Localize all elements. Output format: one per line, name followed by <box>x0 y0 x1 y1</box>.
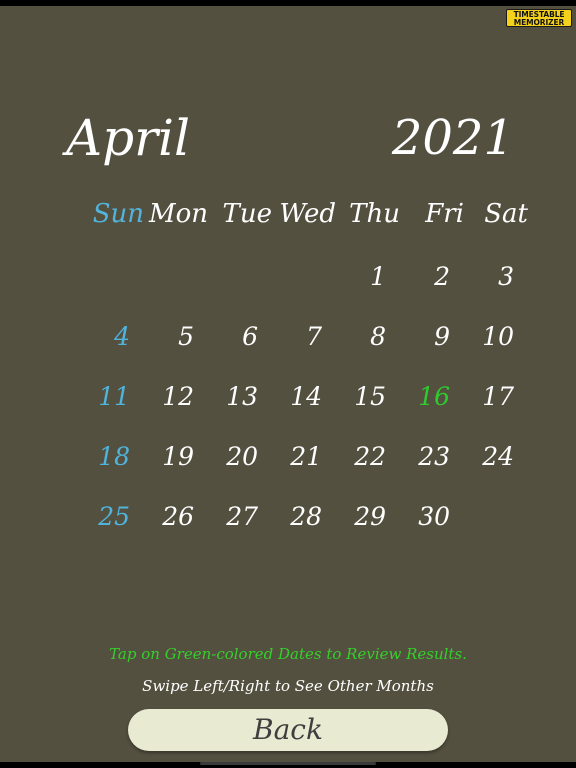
weekday-wed: Wed <box>279 199 336 229</box>
date-grid: 1 2 3 4 5 6 7 8 9 10 11 12 13 14 15 16 17 18 19 20 21 22 23 24 2… <box>66 252 514 552</box>
date-cell: 3 <box>498 262 514 291</box>
date-cell: 8 <box>370 322 386 351</box>
date-cell: 30 <box>418 502 450 531</box>
swipe-months-hint: Swipe Left/Right to See Other Months <box>142 677 434 695</box>
date-cell: 11 <box>98 382 130 411</box>
date-cell: 7 <box>306 322 322 351</box>
weekday-tue: Tue <box>222 199 272 229</box>
date-cell: 20 <box>226 442 258 471</box>
weekday-sat: Sat <box>484 199 528 229</box>
date-cell: 21 <box>290 442 322 471</box>
date-cell: 18 <box>98 442 130 471</box>
date-cell: 25 <box>98 502 130 531</box>
home-indicator <box>200 762 376 765</box>
weekday-mon: Mon <box>148 199 208 229</box>
year-title: 2021 <box>391 110 514 166</box>
review-results-hint: Tap on Green-colored Dates to Review Res… <box>109 645 467 663</box>
date-cell: 26 <box>162 502 194 531</box>
date-cell: 17 <box>482 382 514 411</box>
weekday-fri: Fri <box>425 199 464 229</box>
screen: TIMESTABLE MEMORIZER April 2021 Sun Mon … <box>0 0 576 768</box>
calendar-screen: TIMESTABLE MEMORIZER April 2021 Sun Mon … <box>0 6 576 762</box>
date-cell: 13 <box>226 382 258 411</box>
date-cell: 19 <box>162 442 194 471</box>
date-cell: 29 <box>354 502 386 531</box>
logo-line2: MEMORIZER <box>513 18 565 27</box>
date-cell: 1 <box>370 262 386 291</box>
date-cell-result[interactable]: 16 <box>386 372 450 422</box>
date-cell: 5 <box>178 322 194 351</box>
date-cell: 23 <box>418 442 450 471</box>
date-cell: 27 <box>226 502 258 531</box>
date-cell: 15 <box>354 382 386 411</box>
back-button[interactable]: Back <box>128 709 448 751</box>
date-cell: 2 <box>434 262 450 291</box>
date-cell: 14 <box>290 382 322 411</box>
month-title: April <box>66 109 190 167</box>
date-cell: 24 <box>482 442 514 471</box>
weekday-thu: Thu <box>349 199 400 229</box>
date-cell: 22 <box>354 442 386 471</box>
date-cell: 10 <box>482 322 514 351</box>
date-cell: 4 <box>114 322 130 351</box>
weekday-sun: Sun <box>92 199 144 229</box>
weekday-header: Sun Mon Tue Wed Thu Fri Sat <box>80 194 528 234</box>
date-cell: 28 <box>290 502 322 531</box>
date-cell: 6 <box>242 322 258 351</box>
timestable-memorizer-logo: TIMESTABLE MEMORIZER <box>506 9 572 27</box>
date-cell: 9 <box>434 322 450 351</box>
date-cell: 12 <box>162 382 194 411</box>
